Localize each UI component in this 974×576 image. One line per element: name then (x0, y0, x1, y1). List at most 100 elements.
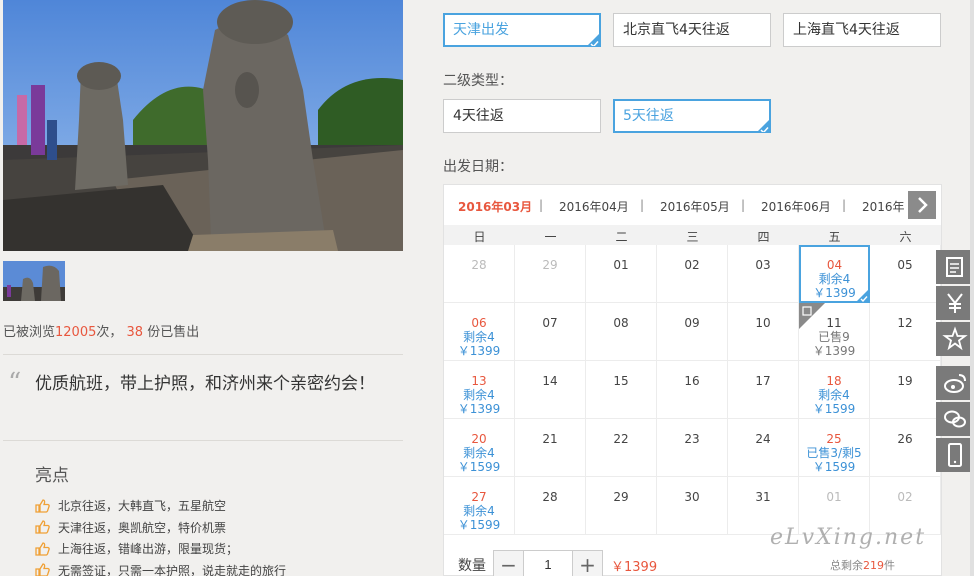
calendar-day-cell: 10 (728, 303, 799, 361)
day-number: 14 (542, 374, 558, 388)
calendar-day-cell: 07 (515, 303, 586, 361)
product-slogan: 优质航班，带上护照，和济州来个亲密约会！ (35, 374, 375, 394)
total-remaining: 总剩余219件 (830, 559, 895, 572)
tab-month-2016-06[interactable]: 2016年06月 (761, 198, 831, 215)
day-number: 18 (826, 374, 842, 388)
weekday-label: 六 (899, 230, 912, 244)
calendar-day-cell: 28 (515, 477, 586, 535)
sidebar-button-notes[interactable] (936, 250, 974, 284)
calendar-day-cell: 26 (870, 419, 941, 477)
list-item: 北京往返，大韩直飞，五星航空 (35, 495, 286, 517)
calendar-day-cell: 08 (586, 303, 657, 361)
calendar-day-cell[interactable]: 20 剩余4 ￥1599 (444, 419, 515, 477)
day-price-label: ￥1399 (457, 344, 501, 358)
selected-check-icon (584, 30, 600, 46)
view-count: 12005 (55, 325, 97, 340)
departure-date-label: 出发日期： (443, 159, 513, 175)
calendar-day-cell[interactable]: 27 剩余4 ￥1599 (444, 477, 515, 535)
total-price: ￥1399 (611, 560, 658, 575)
day-number: 01 (826, 490, 842, 504)
sidebar-button-weibo[interactable] (936, 366, 974, 400)
calendar-day-cell: 03 (728, 245, 799, 303)
sold-count-label: 已售9 (818, 330, 850, 344)
tab-month-2016-04[interactable]: 2016年04月 (559, 198, 629, 215)
quantity-plus-button[interactable]: + (572, 551, 602, 576)
calendar-day-cell: 23 (657, 419, 728, 477)
calendar-day-cell[interactable]: 06 剩余4 ￥1399 (444, 303, 515, 361)
day-number: 31 (755, 490, 771, 504)
tab-month-2016-07[interactable]: 2016年 (862, 198, 905, 215)
day-number: 17 (755, 374, 771, 388)
sidebar-button-wechat[interactable] (936, 402, 974, 436)
weekday-label: 三 (686, 230, 699, 244)
calendar-day-cell: 30 (657, 477, 728, 535)
selected-check-icon (855, 288, 869, 303)
tab-month-2016-03[interactable]: 2016年03月 (458, 198, 532, 215)
calendar-day-cell: 05 (870, 245, 941, 303)
day-number: 07 (542, 316, 558, 330)
remaining-seats-label: 剩余4 (818, 272, 851, 286)
weekday-label: 一 (544, 230, 557, 244)
weekday-label: 五 (828, 230, 841, 244)
day-number: 15 (613, 374, 629, 388)
day-number: 27 (471, 490, 487, 504)
calendar-day-cell: 01 (586, 245, 657, 303)
calendar-day-cell[interactable]: 04 剩余4 ￥1399 (799, 245, 870, 303)
day-number: 04 (826, 258, 843, 272)
calendar-day-cell: 15 (586, 361, 657, 419)
calendar-day-cell[interactable]: 11 已售9 ￥1399 (799, 303, 870, 361)
day-number: 16 (684, 374, 700, 388)
day-price-label: ￥1599 (457, 518, 501, 532)
highlights-title: 亮点 (35, 466, 69, 486)
type-option-5day[interactable]: 5天往返 (613, 99, 771, 133)
calendar-day-cell: 21 (515, 419, 586, 477)
scrollbar[interactable] (970, 0, 974, 576)
calendar-day-cell: 24 (728, 419, 799, 477)
departure-option-shanghai[interactable]: 上海直飞4天往返 (783, 13, 941, 47)
day-number: 24 (755, 432, 771, 446)
calendar-day-cell[interactable]: 25 已售3/剩5 ￥1599 (799, 419, 870, 477)
divider (3, 440, 403, 441)
quantity-input[interactable] (525, 551, 571, 576)
quantity-minus-button[interactable]: − (494, 551, 524, 576)
day-number: 05 (897, 258, 913, 272)
divider (3, 354, 403, 355)
day-number: 01 (613, 258, 629, 272)
remaining-seats-label: 剩余4 (463, 388, 495, 402)
day-price-label: ￥1599 (812, 460, 856, 474)
day-price-label: ￥1399 (812, 344, 856, 358)
weekday-label: 日 (473, 230, 486, 244)
calendar-day-cell: 14 (515, 361, 586, 419)
day-number: 25 (826, 432, 842, 446)
day-number: 22 (613, 432, 629, 446)
month-separator: | (539, 198, 544, 212)
thumbs-up-icon (35, 563, 50, 576)
departure-option-beijing[interactable]: 北京直飞4天往返 (613, 13, 771, 47)
day-number: 19 (897, 374, 913, 388)
day-number: 02 (897, 490, 913, 504)
secondary-type-label: 二级类型： (443, 73, 513, 89)
day-number: 26 (897, 432, 913, 446)
type-option-4day[interactable]: 4天往返 (443, 99, 601, 133)
thumbs-up-icon (35, 499, 50, 513)
sidebar-button-mobile[interactable] (936, 438, 974, 472)
month-separator: | (640, 198, 645, 212)
day-number: 28 (542, 490, 558, 504)
thumbs-up-icon (35, 520, 50, 534)
next-month-button[interactable] (908, 191, 936, 219)
calendar-day-cell: 12 (870, 303, 941, 361)
remaining-seats-label: 剩余4 (463, 446, 495, 460)
sidebar-button-price[interactable] (936, 286, 974, 320)
photo-thumbnail[interactable] (3, 261, 65, 301)
thumbs-up-icon (35, 542, 50, 556)
mobile-icon (948, 443, 962, 467)
departure-option-tianjin[interactable]: 天津出发 (443, 13, 601, 47)
tab-month-2016-05[interactable]: 2016年05月 (660, 198, 730, 215)
calendar-day-cell[interactable]: 18 剩余4 ￥1599 (799, 361, 870, 419)
calendar-day-cell[interactable]: 13 剩余4 ￥1399 (444, 361, 515, 419)
sidebar-button-favorite[interactable] (936, 322, 974, 356)
star-icon (942, 326, 968, 351)
calendar-day-cell: 29 (515, 245, 586, 303)
calendar-day-cell: 19 (870, 361, 941, 419)
quantity-label: 数量 (458, 558, 486, 574)
